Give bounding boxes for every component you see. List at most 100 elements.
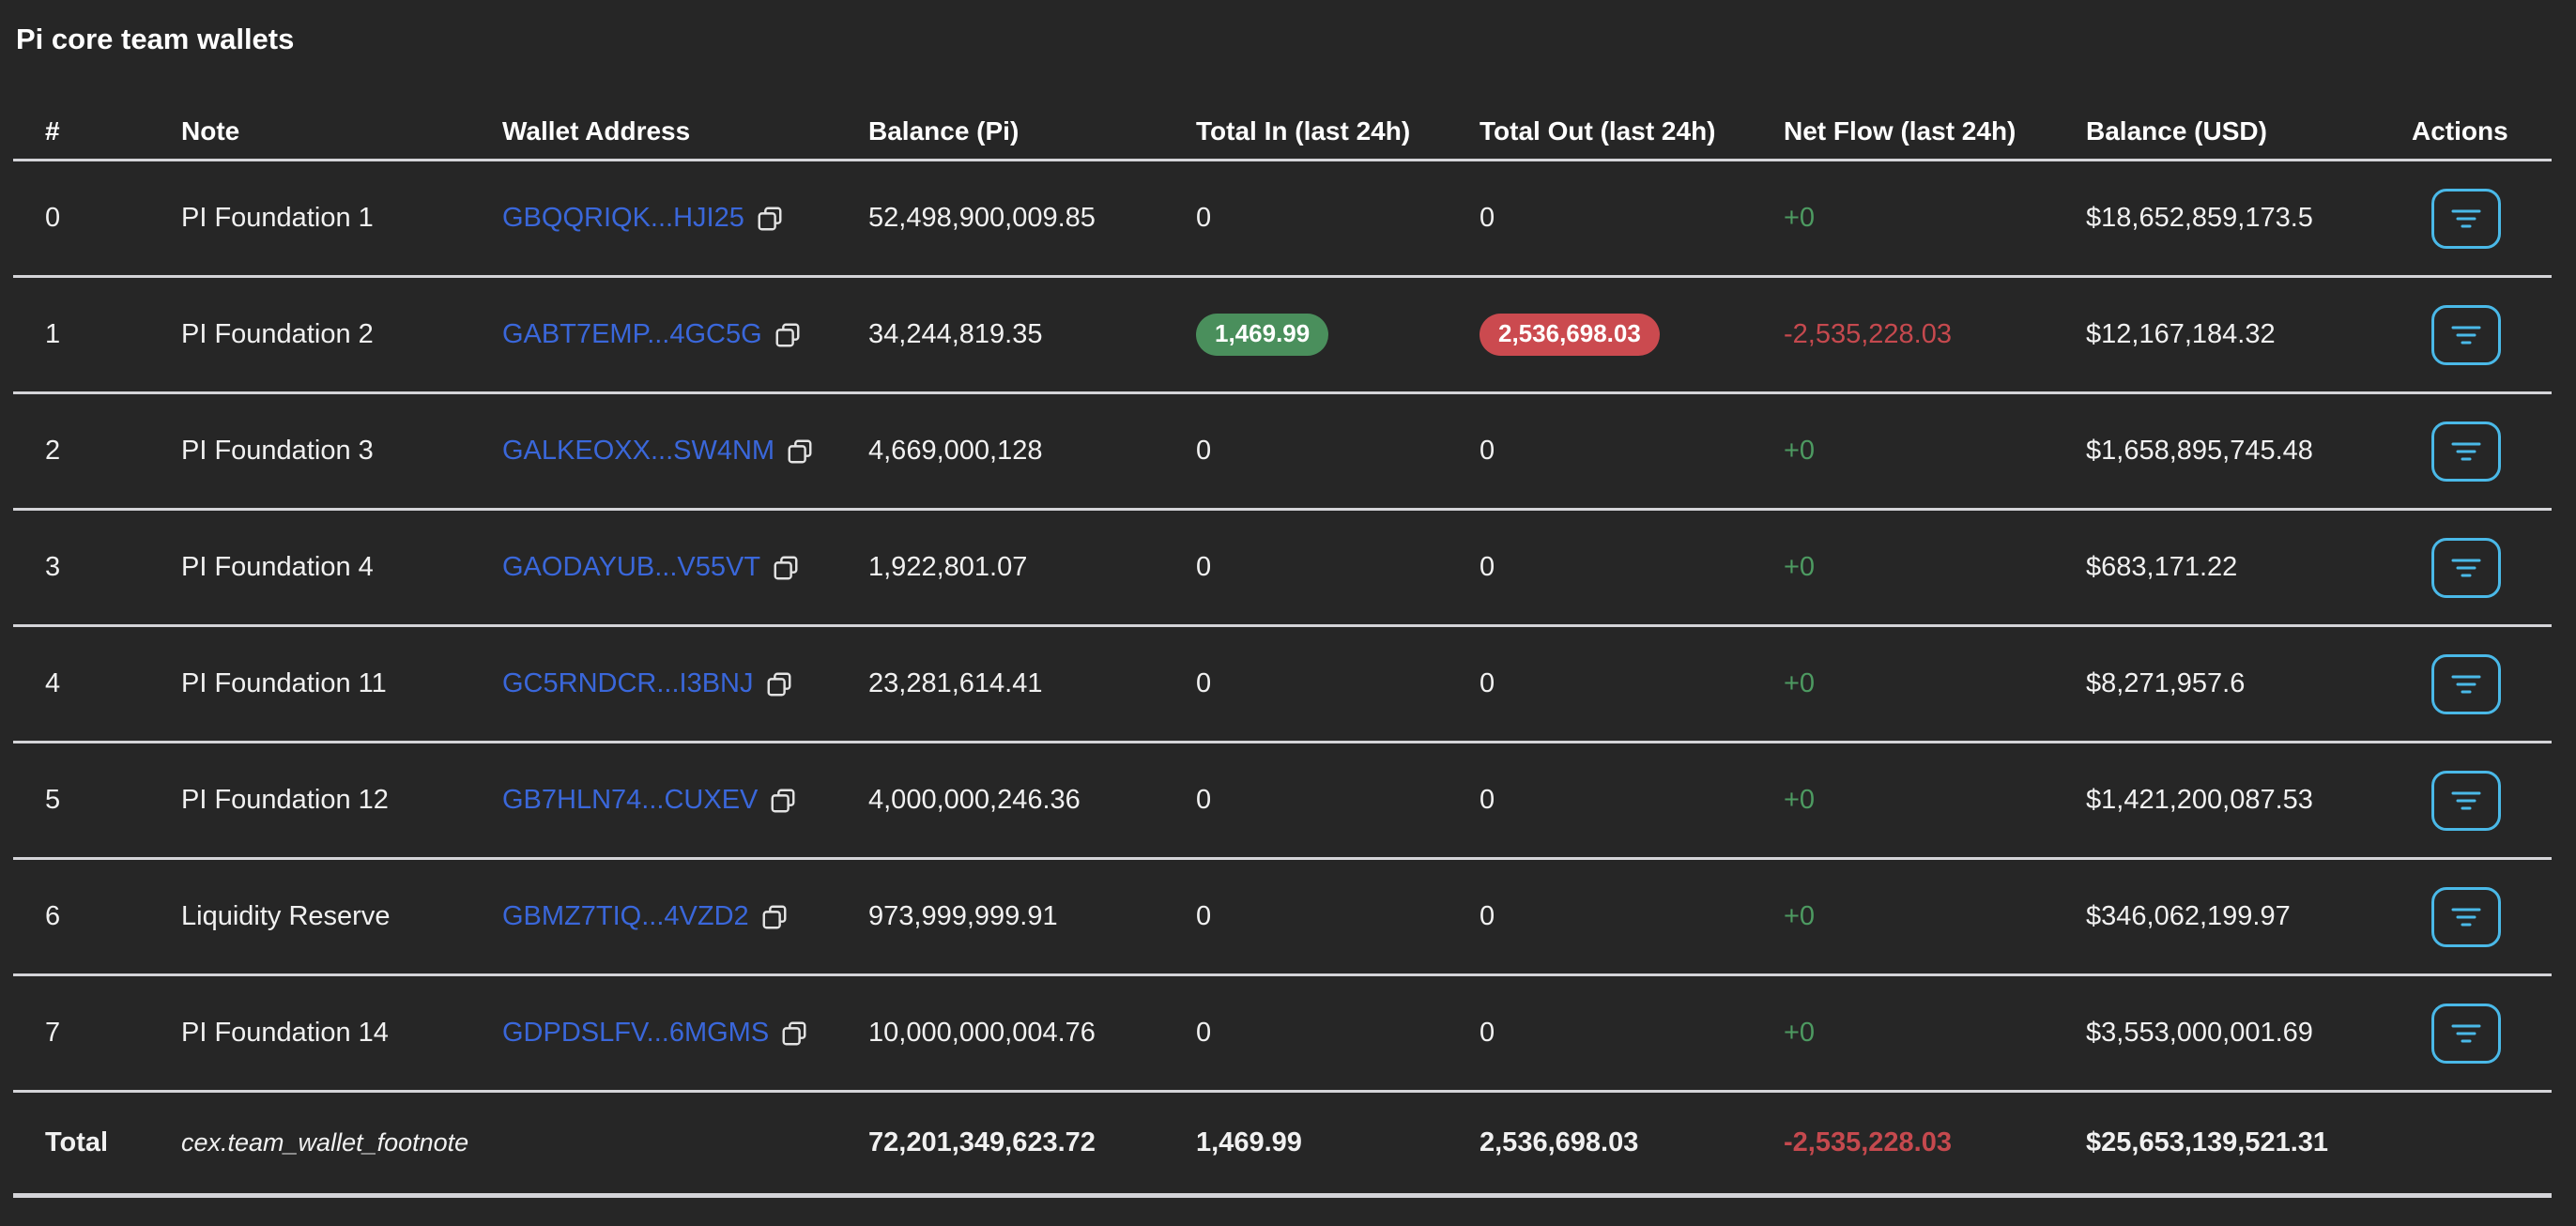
wallet-note: PI Foundation 1	[149, 203, 470, 234]
total-in: 0	[1164, 668, 1448, 699]
copy-icon[interactable]	[772, 554, 800, 582]
total-in-badge: 1,469.99	[1196, 314, 1328, 356]
net-flow: +0	[1752, 203, 2054, 234]
filter-button[interactable]	[2431, 1004, 2501, 1064]
net-flow: +0	[1752, 552, 2054, 583]
copy-icon[interactable]	[780, 1019, 808, 1048]
filter-icon	[2450, 790, 2482, 811]
wallet-address-link[interactable]: GBMZ7TIQ...4VZD2	[502, 901, 749, 932]
balance-usd: $1,658,895,745.48	[2054, 436, 2380, 467]
filter-button[interactable]	[2431, 654, 2501, 714]
row-index: 5	[13, 785, 149, 816]
table-header-row: # Note Wallet Address Balance (Pi) Total…	[13, 103, 2552, 161]
filter-button[interactable]	[2431, 887, 2501, 947]
col-header-balance-usd: Balance (USD)	[2054, 116, 2380, 146]
row-index: 4	[13, 668, 149, 699]
table-row: 7 PI Foundation 14 GDPDSLFV...6MGMS 10,0…	[13, 976, 2552, 1093]
balance-usd: $683,171.22	[2054, 552, 2380, 583]
col-header-actions: Actions	[2380, 116, 2552, 146]
balance-pi: 34,244,819.35	[836, 319, 1164, 350]
filter-button[interactable]	[2431, 771, 2501, 831]
col-header-balance-pi: Balance (Pi)	[836, 116, 1164, 146]
total-in: 0	[1164, 436, 1448, 467]
wallet-address-link[interactable]: GALKEOXX...SW4NM	[502, 436, 774, 467]
balance-usd: $12,167,184.32	[2054, 319, 2380, 350]
copy-icon[interactable]	[786, 437, 814, 466]
filter-button[interactable]	[2431, 538, 2501, 598]
filter-icon	[2450, 1023, 2482, 1044]
filter-icon	[2450, 208, 2482, 229]
net-flow: +0	[1752, 785, 2054, 816]
balance-pi: 23,281,614.41	[836, 668, 1164, 699]
total-out-sum: 2,536,698.03	[1448, 1127, 1752, 1158]
balance-pi: 4,000,000,246.36	[836, 785, 1164, 816]
copy-icon[interactable]	[769, 787, 797, 815]
total-footnote: cex.team_wallet_footnote	[149, 1128, 470, 1157]
total-in: 0	[1164, 901, 1448, 932]
filter-icon	[2450, 441, 2482, 462]
copy-icon[interactable]	[760, 903, 789, 931]
net-flow: -2,535,228.03	[1752, 319, 2054, 350]
total-label: Total	[13, 1127, 149, 1158]
balance-usd: $1,421,200,087.53	[2054, 785, 2380, 816]
wallet-note: PI Foundation 14	[149, 1018, 470, 1049]
table-row: 5 PI Foundation 12 GB7HLN74...CUXEV 4,00…	[13, 743, 2552, 860]
row-index: 3	[13, 552, 149, 583]
table-row: 6 Liquidity Reserve GBMZ7TIQ...4VZD2 973…	[13, 860, 2552, 976]
filter-icon	[2450, 907, 2482, 927]
balance-pi: 4,669,000,128	[836, 436, 1164, 467]
total-in: 0	[1164, 203, 1448, 234]
table-total-row: Total cex.team_wallet_footnote 72,201,34…	[13, 1093, 2552, 1198]
total-out: 0	[1448, 785, 1752, 816]
wallet-address-link[interactable]: GB7HLN74...CUXEV	[502, 785, 758, 816]
total-in: 0	[1164, 785, 1448, 816]
wallet-address-link[interactable]: GABT7EMP...4GC5G	[502, 319, 762, 350]
wallet-address-link[interactable]: GAODAYUB...V55VT	[502, 552, 760, 583]
wallet-note: PI Foundation 11	[149, 668, 470, 699]
row-index: 6	[13, 901, 149, 932]
total-out: 0	[1448, 901, 1752, 932]
wallet-note: PI Foundation 3	[149, 436, 470, 467]
wallet-address-link[interactable]: GC5RNDCR...I3BNJ	[502, 668, 754, 699]
row-index: 0	[13, 203, 149, 234]
total-net-flow: -2,535,228.03	[1752, 1127, 2054, 1158]
col-header-index: #	[13, 116, 149, 146]
filter-icon	[2450, 325, 2482, 345]
filter-icon	[2450, 674, 2482, 695]
wallet-note: PI Foundation 12	[149, 785, 470, 816]
row-index: 1	[13, 319, 149, 350]
col-header-net-flow: Net Flow (last 24h)	[1752, 116, 2054, 146]
table-row: 0 PI Foundation 1 GBQQRIQK...HJI25 52,49…	[13, 161, 2552, 278]
col-header-address: Wallet Address	[470, 116, 836, 146]
filter-button[interactable]	[2431, 421, 2501, 482]
page-title: Pi core team wallets	[0, 0, 2576, 58]
row-index: 7	[13, 1018, 149, 1049]
copy-icon[interactable]	[774, 321, 802, 349]
col-header-total-in: Total In (last 24h)	[1164, 116, 1448, 146]
table-row: 2 PI Foundation 3 GALKEOXX...SW4NM 4,669…	[13, 394, 2552, 511]
total-balance-usd: $25,653,139,521.31	[2054, 1127, 2380, 1158]
total-out-badge: 2,536,698.03	[1480, 314, 1660, 356]
balance-usd: $8,271,957.6	[2054, 668, 2380, 699]
total-in: 0	[1164, 1018, 1448, 1049]
row-index: 2	[13, 436, 149, 467]
balance-pi: 10,000,000,004.76	[836, 1018, 1164, 1049]
net-flow: +0	[1752, 668, 2054, 699]
net-flow: +0	[1752, 1018, 2054, 1049]
wallet-address-link[interactable]: GDPDSLFV...6MGMS	[502, 1018, 769, 1049]
filter-button[interactable]	[2431, 305, 2501, 365]
filter-button[interactable]	[2431, 189, 2501, 249]
balance-pi: 1,922,801.07	[836, 552, 1164, 583]
col-header-total-out: Total Out (last 24h)	[1448, 116, 1752, 146]
copy-icon[interactable]	[756, 205, 784, 233]
total-in: 0	[1164, 552, 1448, 583]
balance-usd: $18,652,859,173.5	[2054, 203, 2380, 234]
total-out: 0	[1448, 668, 1752, 699]
wallet-address-link[interactable]: GBQQRIQK...HJI25	[502, 203, 744, 234]
total-out: 0	[1448, 552, 1752, 583]
total-balance-pi: 72,201,349,623.72	[836, 1127, 1164, 1158]
balance-pi: 52,498,900,009.85	[836, 203, 1164, 234]
balance-pi: 973,999,999.91	[836, 901, 1164, 932]
total-in-sum: 1,469.99	[1164, 1127, 1448, 1158]
copy-icon[interactable]	[765, 670, 793, 698]
